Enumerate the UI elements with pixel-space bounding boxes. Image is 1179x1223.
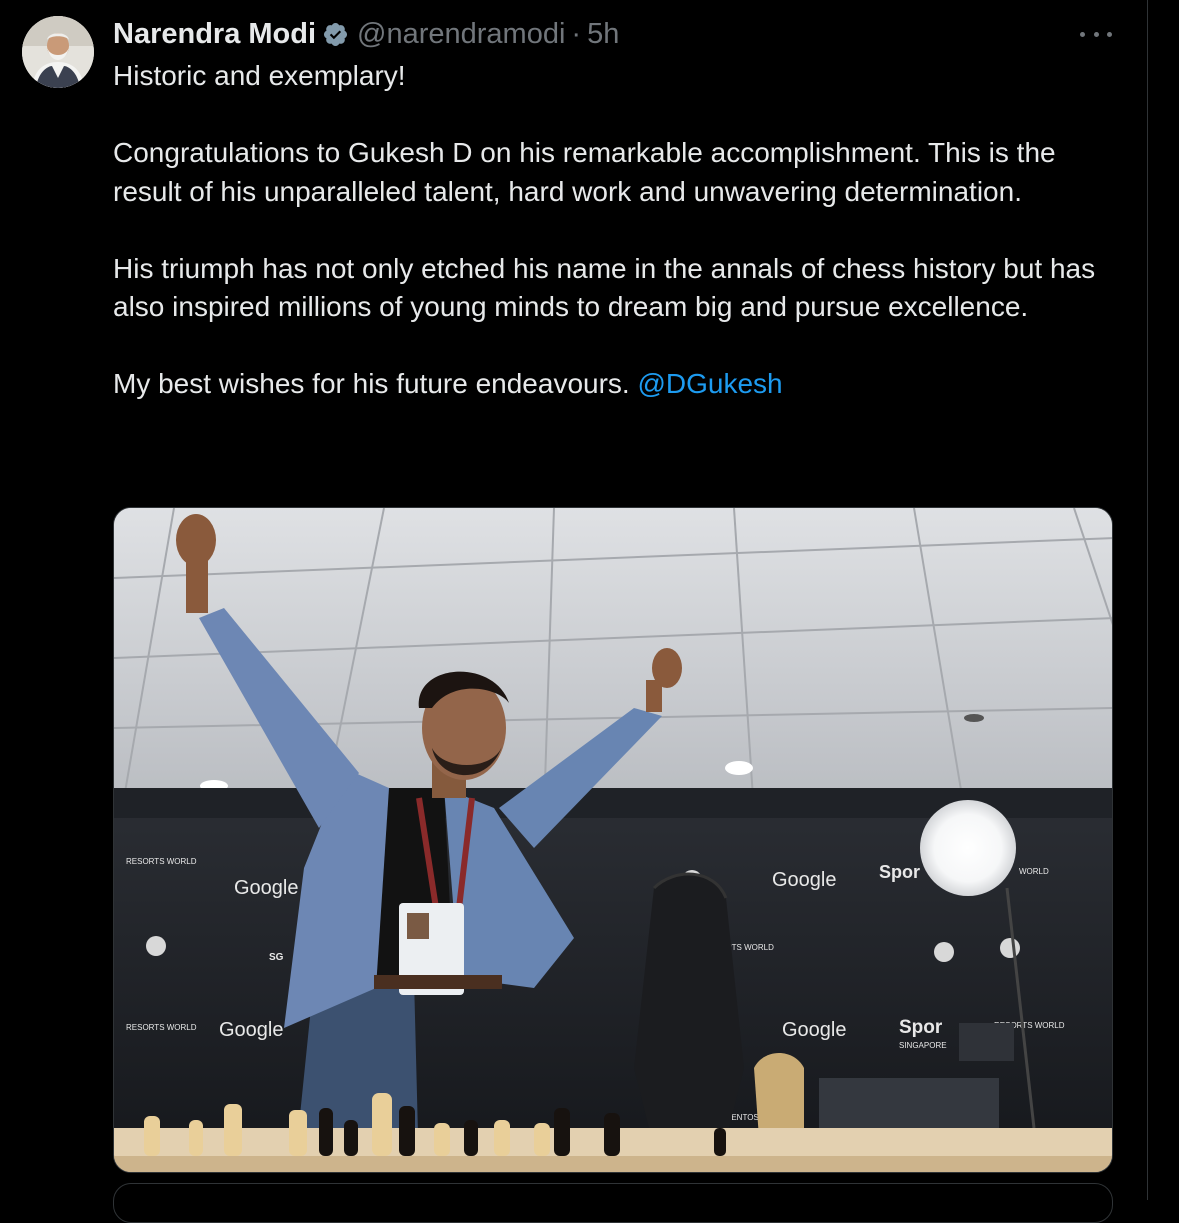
tweet-paragraph-4: My best wishes for his future endeavours…	[113, 365, 1123, 404]
chess-celebration-photo: Google Google Google Google Spor Spor SI…	[114, 508, 1112, 1172]
author-name[interactable]: Narendra Modi	[113, 18, 316, 51]
sponsor-resorts-3: RTS WORLD	[726, 943, 774, 952]
sponsor-sg: SG	[269, 952, 284, 963]
tweet-paragraph-3: His triumph has not only etched his name…	[113, 252, 1096, 323]
tweet-header: Narendra Modi @narendramodi · 5h	[113, 14, 619, 54]
separator-dot: ·	[571, 17, 582, 50]
tweet-line-1: Historic and exemplary!	[113, 60, 406, 91]
sponsor-singapore: SINGAPORE	[899, 1041, 947, 1050]
sponsor-sport-2: Spor	[899, 1017, 943, 1038]
sponsor-google-2: Google	[219, 1019, 284, 1041]
tweet[interactable]: Narendra Modi @narendramodi · 5h Histori…	[0, 0, 1146, 1223]
tweet-timestamp[interactable]: 5h	[587, 18, 619, 51]
tweet-text: Historic and exemplary! Congratulations …	[113, 57, 1123, 404]
tweet-paragraph-4-text: My best wishes for his future endeavours…	[113, 368, 630, 399]
author-handle[interactable]: @narendramodi	[357, 18, 565, 51]
more-options-icon[interactable]	[1080, 22, 1112, 46]
sponsor-sport-1: Spor	[879, 862, 920, 882]
tweet-photo[interactable]: Google Google Google Google Spor Spor SI…	[113, 507, 1113, 1173]
sponsor-google-4: Google	[782, 1019, 847, 1041]
verified-badge-icon[interactable]	[322, 21, 349, 48]
sponsor-google-3: Google	[772, 869, 837, 891]
sponsor-world: WORLD	[1019, 867, 1049, 876]
avatar[interactable]	[22, 16, 94, 88]
sponsor-resorts-1: RESORTS WORLD	[126, 857, 197, 866]
tweet-paragraph-2: Congratulations to Gukesh D on his remar…	[113, 137, 1056, 207]
sponsor-google-1: Google	[234, 877, 299, 899]
next-card-edge	[113, 1183, 1113, 1223]
sponsor-resorts-2: RESORTS WORLD	[126, 1023, 197, 1032]
timeline-divider	[1147, 0, 1148, 1200]
mention-link[interactable]: @DGukesh	[637, 368, 782, 399]
